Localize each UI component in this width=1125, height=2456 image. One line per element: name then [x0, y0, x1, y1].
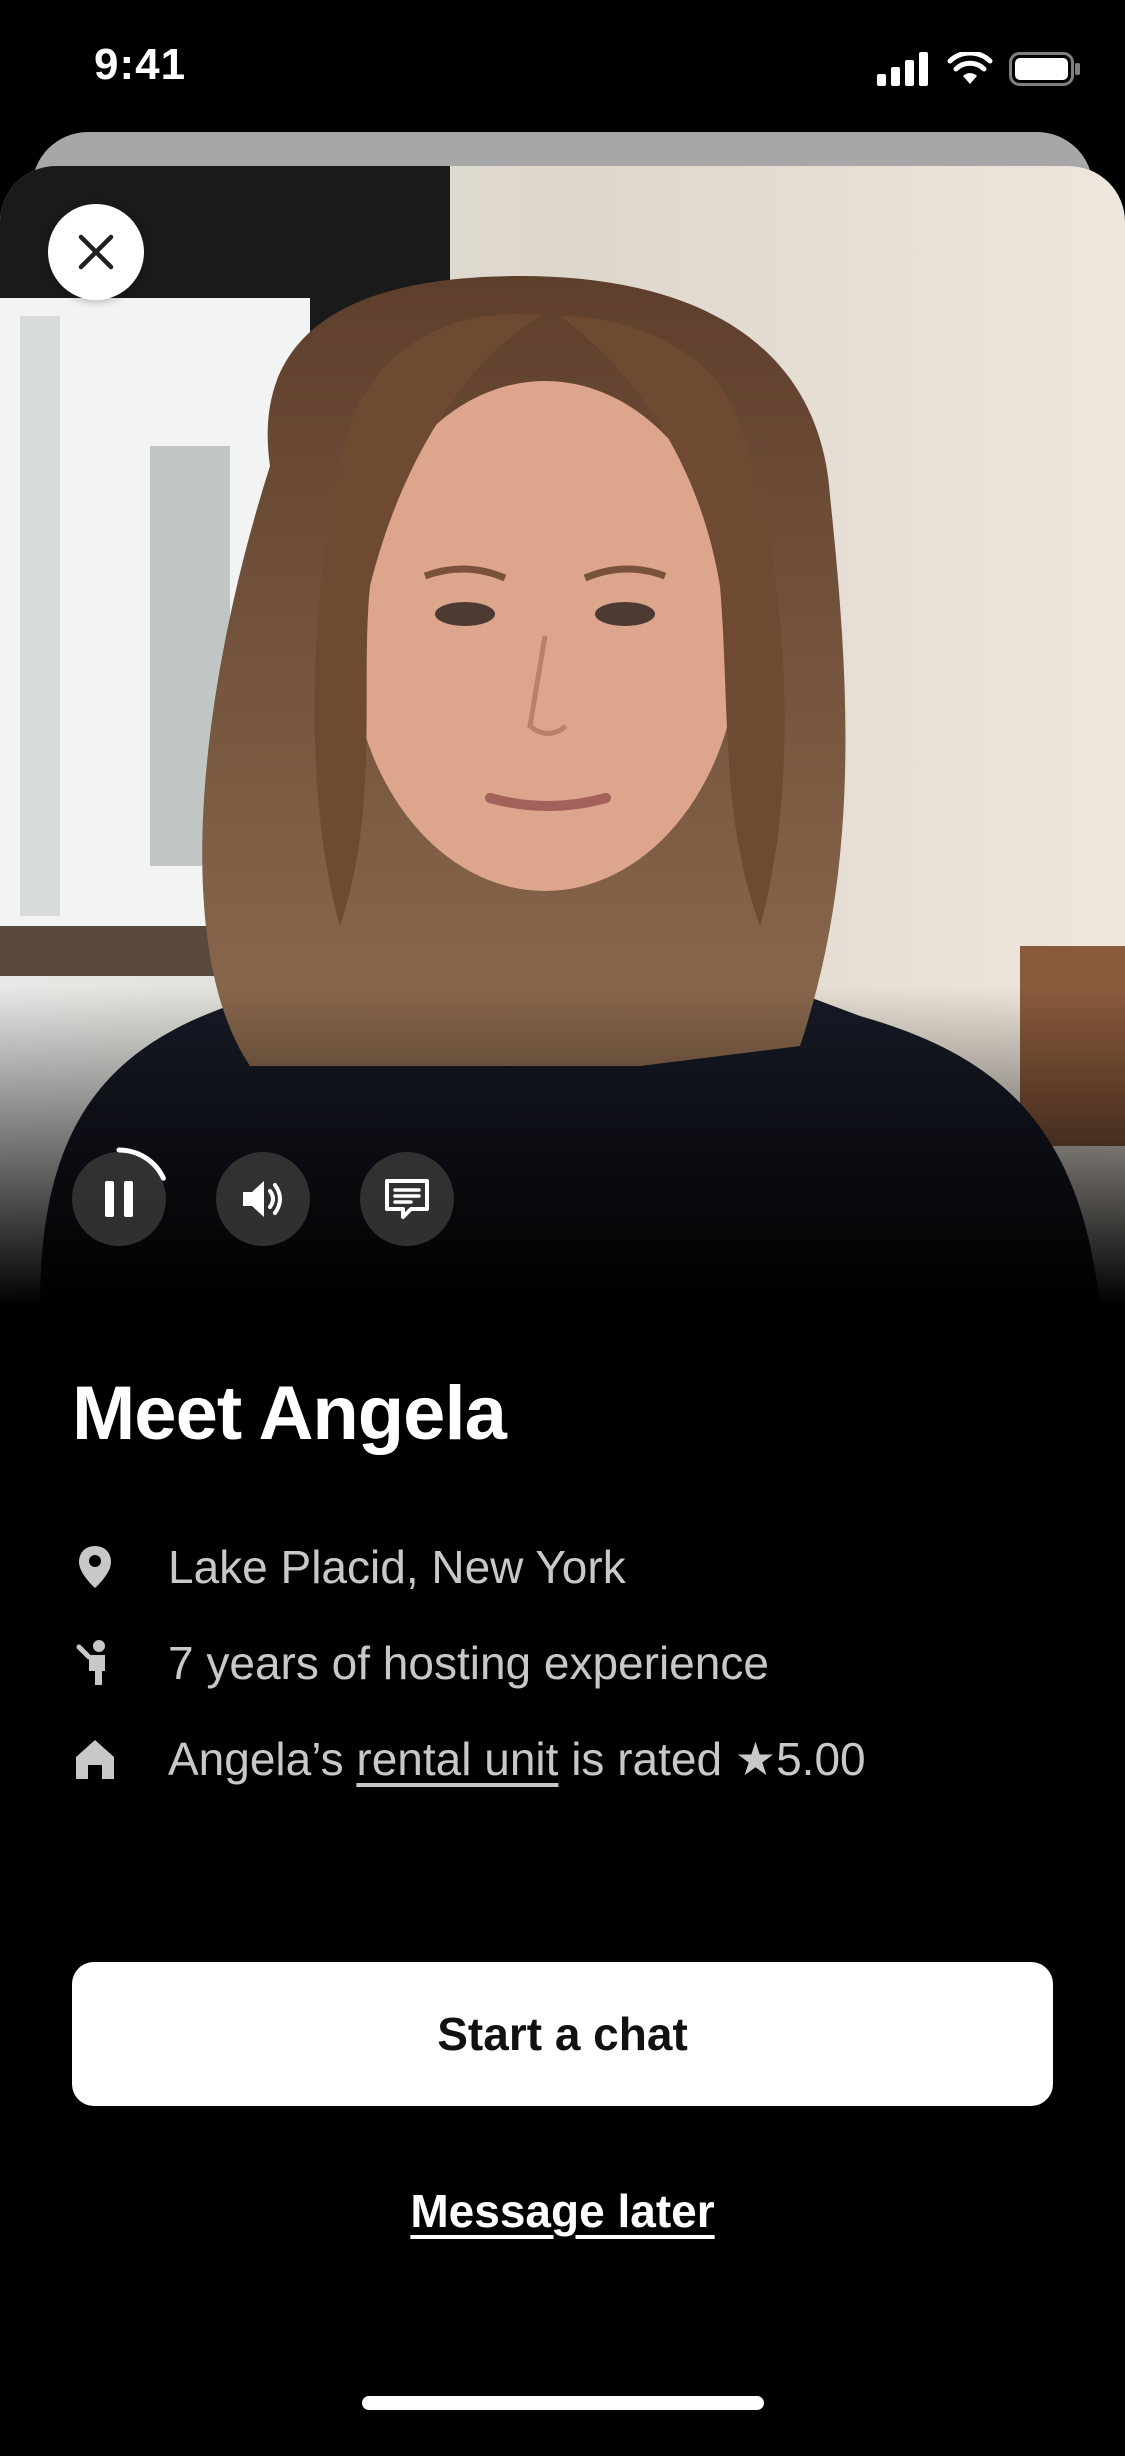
close-icon: [78, 234, 114, 270]
location-pin-icon: [72, 1544, 118, 1590]
rating-prefix: Angela’s: [168, 1733, 344, 1785]
battery-icon: [1009, 52, 1080, 86]
experience-row: 7 years of hosting experience: [72, 1636, 769, 1690]
volume-button[interactable]: [216, 1152, 310, 1246]
wifi-icon: [947, 52, 993, 84]
message-later-link[interactable]: Message later: [0, 2184, 1125, 2238]
rating-row: Angela’s rental unit is rated ★5.00: [72, 1732, 866, 1786]
volume-icon: [243, 1181, 282, 1217]
captions-button[interactable]: [360, 1152, 454, 1246]
close-button[interactable]: [48, 204, 144, 300]
status-bar: 9:41: [0, 0, 1125, 140]
host-title: Meet Angela: [72, 1371, 507, 1456]
host-person-icon: [72, 1640, 118, 1686]
host-video[interactable]: [0, 166, 1125, 1306]
host-intro-sheet: [0, 166, 1125, 2456]
location-text: Lake Placid, New York: [168, 1541, 626, 1593]
location-row: Lake Placid, New York: [72, 1540, 626, 1594]
status-time: 9:41: [94, 40, 187, 89]
rental-unit-link[interactable]: rental unit: [356, 1732, 558, 1786]
video-progress-ring: [67, 1147, 171, 1251]
host-video-frame: [0, 166, 1125, 1306]
start-chat-button[interactable]: Start a chat: [72, 1962, 1053, 2106]
home-icon: [72, 1736, 118, 1782]
cellular-signal-icon: [877, 52, 928, 86]
rating-middle: is rated: [571, 1733, 723, 1785]
status-icons: [877, 52, 1081, 86]
home-indicator: [362, 2396, 764, 2410]
experience-text: 7 years of hosting experience: [168, 1637, 769, 1689]
pause-button[interactable]: [67, 1147, 171, 1251]
captions-icon: [385, 1179, 429, 1219]
rating-value: ★5.00: [734, 1733, 866, 1785]
